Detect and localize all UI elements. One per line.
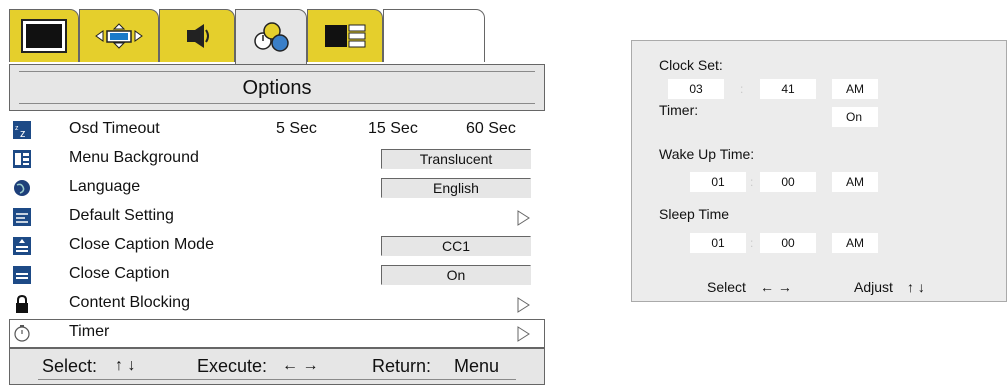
close-caption-value[interactable]: On bbox=[381, 265, 531, 285]
menu-help-bar: Select: ↑ ↓ Execute: ← → Return: Menu bbox=[9, 348, 545, 385]
wake-up-time-label: Wake Up Time: bbox=[659, 146, 755, 162]
menu-item-content-blocking[interactable]: Content Blocking bbox=[9, 290, 545, 319]
menu-item-label: Close Caption bbox=[69, 265, 170, 282]
adjust-keys-hint: ↑ ↓ bbox=[907, 279, 925, 295]
menu-item-label: Content Blocking bbox=[69, 294, 190, 311]
time-separator: : bbox=[740, 82, 744, 96]
wake-up-minute-field[interactable]: 00 bbox=[760, 172, 816, 192]
menu-item-osd-timeout[interactable]: z z Osd Timeout 5 Sec 15 Sec 60 Sec bbox=[9, 116, 545, 145]
select-hint: Select bbox=[707, 279, 746, 295]
timer-label: Timer: bbox=[659, 102, 699, 118]
time-separator: : bbox=[750, 175, 754, 189]
lock-icon bbox=[16, 295, 28, 313]
clock-ampm-field[interactable]: AM bbox=[832, 79, 878, 99]
sleep-ampm-field[interactable]: AM bbox=[832, 233, 878, 253]
options-icon bbox=[254, 22, 289, 52]
menu-background-value[interactable]: Translucent bbox=[381, 149, 531, 169]
svg-text:z: z bbox=[20, 128, 26, 139]
menu-item-default-setting[interactable]: Default Setting bbox=[9, 203, 545, 232]
menu-item-close-caption[interactable]: Close Caption On bbox=[9, 261, 545, 290]
execute-keys-hint: ← → bbox=[282, 357, 319, 374]
picture-icon bbox=[21, 19, 67, 53]
return-key-hint: Menu bbox=[454, 356, 500, 376]
menu-item-menu-background[interactable]: Menu Background Translucent bbox=[9, 145, 545, 174]
menu-item-label: Menu Background bbox=[69, 149, 199, 166]
caption-mode-icon bbox=[13, 237, 31, 255]
menu-item-label: Osd Timeout bbox=[69, 120, 160, 137]
globe-icon bbox=[14, 180, 30, 196]
clock-minute-field[interactable]: 41 bbox=[760, 79, 816, 99]
sleep-time-label: Sleep Time bbox=[659, 206, 730, 222]
layout-icon bbox=[325, 24, 366, 48]
tab-picture[interactable] bbox=[9, 9, 79, 62]
tab-options[interactable] bbox=[235, 9, 307, 64]
default-setting-icon bbox=[13, 208, 31, 226]
menu-background-icon bbox=[13, 150, 31, 168]
menu-item-timer[interactable]: Timer bbox=[9, 319, 545, 348]
return-hint: Return: bbox=[372, 356, 432, 376]
sleep-minute-field[interactable]: 00 bbox=[760, 233, 816, 253]
stopwatch-icon bbox=[14, 325, 30, 342]
sleep-icon: z z bbox=[13, 121, 31, 139]
submenu-arrow-icon[interactable] bbox=[517, 297, 530, 313]
timer-panel: Clock Set: 03 : 41 AM Timer: On Wake Up … bbox=[631, 40, 1007, 302]
menu-item-language[interactable]: Language English bbox=[9, 174, 545, 203]
menu-item-label: Language bbox=[69, 178, 141, 195]
wake-up-ampm-field[interactable]: AM bbox=[832, 172, 878, 192]
tab-empty bbox=[383, 9, 485, 62]
execute-hint: Execute: bbox=[197, 356, 268, 376]
menu-item-label: Default Setting bbox=[69, 207, 174, 224]
screen-position-icon bbox=[95, 23, 143, 49]
clock-hour-field[interactable]: 03 bbox=[668, 79, 724, 99]
tab-layout[interactable] bbox=[307, 9, 383, 62]
menu-title-bar: Options bbox=[9, 64, 545, 111]
menu-item-label: Timer bbox=[69, 323, 110, 340]
select-hint: Select: bbox=[42, 356, 98, 376]
select-keys-hint: ← → bbox=[760, 279, 792, 295]
clock-set-label: Clock Set: bbox=[659, 57, 723, 73]
sleep-hour-field[interactable]: 01 bbox=[690, 233, 746, 253]
page-title: Options bbox=[242, 77, 312, 99]
submenu-arrow-icon[interactable] bbox=[517, 210, 530, 226]
option-15-sec[interactable]: 15 Sec bbox=[368, 120, 418, 138]
wake-up-hour-field[interactable]: 01 bbox=[690, 172, 746, 192]
option-60-sec[interactable]: 60 Sec bbox=[466, 120, 516, 138]
submenu-arrow-icon[interactable] bbox=[517, 326, 530, 342]
language-value[interactable]: English bbox=[381, 178, 531, 198]
menu-item-close-caption-mode[interactable]: Close Caption Mode CC1 bbox=[9, 232, 545, 261]
svg-text:z: z bbox=[15, 125, 19, 132]
menu-item-label: Close Caption Mode bbox=[69, 236, 214, 253]
tab-audio[interactable] bbox=[159, 9, 235, 62]
time-separator: : bbox=[750, 236, 754, 250]
timer-toggle-field[interactable]: On bbox=[832, 107, 878, 127]
tab-position[interactable] bbox=[79, 9, 159, 62]
audio-icon bbox=[187, 24, 209, 48]
option-5-sec[interactable]: 5 Sec bbox=[276, 120, 317, 138]
close-caption-mode-value[interactable]: CC1 bbox=[381, 236, 531, 256]
caption-icon bbox=[13, 266, 31, 284]
select-keys-hint: ↑ ↓ bbox=[115, 357, 136, 374]
adjust-hint: Adjust bbox=[854, 279, 893, 295]
